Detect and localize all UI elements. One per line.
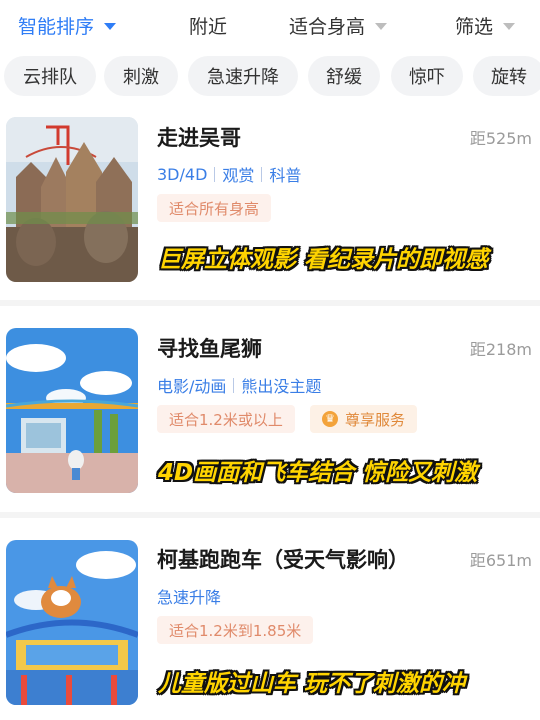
filter-more-dropdown[interactable]: 筛选	[455, 12, 516, 39]
attraction-title: 柯基跑跑车（受天气影响）	[157, 548, 409, 572]
sort-filter-bar: 智能排序 附近 适合身高 筛选	[0, 0, 540, 50]
attraction-thumbnail[interactable]	[6, 328, 138, 493]
park-plaza-image	[6, 328, 138, 493]
filter-nearby-label: 附近	[189, 16, 228, 38]
chip-cloud-queue[interactable]: 云排队	[4, 56, 96, 96]
filter-more-label: 筛选	[455, 16, 494, 38]
category-tag: 电影/动画	[157, 377, 227, 396]
category-tag: 急速升降	[157, 588, 222, 607]
video-caption: 儿童版过山车 玩不了刺激的冲	[158, 671, 466, 697]
video-caption: 巨屏立体观影 看纪录片的即视感	[158, 247, 489, 273]
attraction-thumbnail[interactable]	[6, 540, 138, 705]
crown-icon: ♛	[322, 411, 338, 427]
height-requirement-tag: 适合1.2米或以上	[157, 405, 295, 433]
premium-service-tag: ♛ 尊享服务	[310, 405, 418, 433]
category-tag: 观赏	[222, 166, 255, 185]
chip-rapid-drop[interactable]: 急速升降	[188, 56, 298, 96]
separator	[214, 166, 216, 182]
category-tag: 3D/4D	[157, 164, 208, 184]
sort-smart-dropdown[interactable]: 智能排序	[18, 12, 117, 39]
chip-spinning[interactable]: 旋转	[473, 56, 540, 96]
distance-label: 距651m	[469, 551, 532, 570]
height-requirement-tag: 适合所有身高	[157, 194, 272, 222]
category-list: 电影/动画 熊出没主题	[157, 373, 321, 397]
chip-label: 刺激	[123, 67, 159, 88]
angkor-temple-image	[6, 117, 138, 282]
filter-height-label: 适合身高	[289, 16, 366, 38]
category-tag: 熊出没主题	[241, 377, 322, 396]
corgi-coaster-image	[6, 540, 138, 705]
attraction-title: 走进吴哥	[157, 126, 241, 150]
category-tag: 科普	[269, 166, 302, 185]
separator	[261, 166, 263, 182]
card-divider	[0, 512, 540, 518]
premium-service-label: 尊享服务	[345, 410, 406, 429]
chip-label: 急速升降	[207, 67, 279, 88]
chip-scary[interactable]: 惊吓	[391, 56, 463, 96]
category-list: 急速升降	[157, 584, 221, 608]
chip-label: 舒缓	[326, 67, 362, 88]
chevron-down-icon	[104, 23, 117, 30]
filter-height-dropdown[interactable]: 适合身高	[289, 12, 388, 39]
sort-smart-label: 智能排序	[18, 16, 95, 38]
attraction-thumbnail[interactable]	[6, 117, 138, 282]
chip-label: 惊吓	[409, 67, 445, 88]
chip-thrilling[interactable]: 刺激	[104, 56, 178, 96]
chip-gentle[interactable]: 舒缓	[308, 56, 380, 96]
distance-label: 距218m	[469, 340, 532, 359]
distance-label: 距525m	[469, 129, 532, 148]
chevron-down-icon	[503, 23, 516, 30]
chip-label: 云排队	[23, 67, 77, 88]
tag-chip-row: 云排队 刺激 急速升降 舒缓 惊吓 旋转	[0, 56, 540, 98]
chevron-down-icon	[375, 23, 388, 30]
video-caption: 4D画面和飞车结合 惊险又刺激	[158, 460, 478, 486]
separator	[233, 377, 235, 393]
attraction-title: 寻找鱼尾狮	[157, 337, 262, 361]
category-list: 3D/4D 观赏 科普	[157, 162, 301, 186]
card-divider	[0, 300, 540, 306]
filter-nearby-button[interactable]: 附近	[189, 12, 227, 39]
height-requirement-tag: 适合1.2米到1.85米	[157, 616, 314, 644]
chip-label: 旋转	[491, 67, 527, 88]
